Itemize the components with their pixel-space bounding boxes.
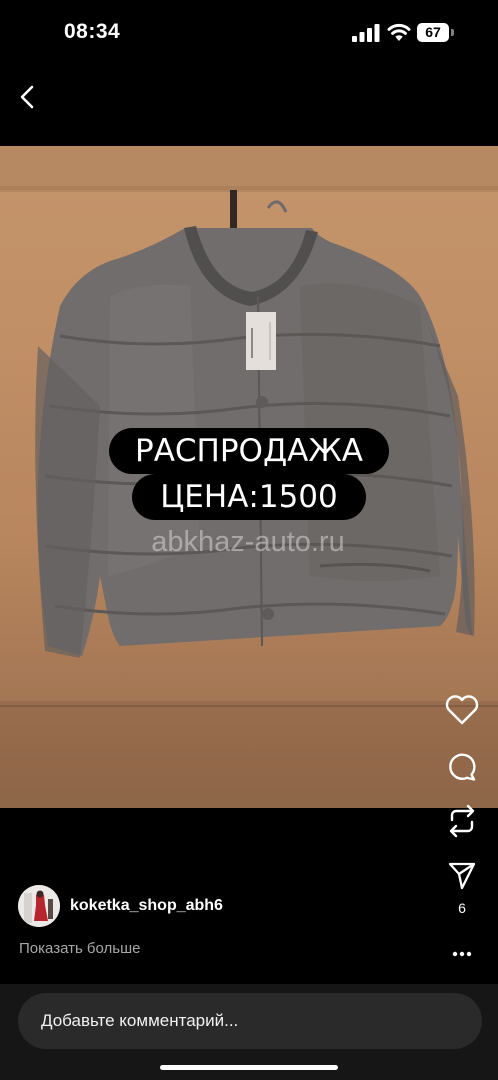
overlay-line-2-wrap: ЦЕНА:1500 [0,474,498,520]
reel-screen: 08:34 67 abkhaz-auto.ru РАСПРОДАЖА ЦЕНА:… [0,0,498,1080]
more-options-button[interactable] [448,943,476,963]
watermark-text: abkhaz-auto.ru [151,526,344,558]
overlay-price-text: ЦЕНА:1500 [132,474,366,520]
battery-cap [451,29,454,36]
back-button[interactable] [12,80,44,114]
status-bar: 08:34 67 [0,0,498,64]
battery-level: 67 [417,23,449,42]
show-more-link[interactable]: Показать больше [19,940,140,957]
share-icon [448,862,476,890]
share-count: 6 [458,900,466,916]
wifi-icon [387,23,411,41]
overlay-sale-text: РАСПРОДАЖА [109,428,389,474]
author-username[interactable]: koketka_shop_abh6 [70,897,223,915]
heart-icon [445,695,479,725]
share-button[interactable] [440,858,484,892]
repost-button[interactable] [440,802,484,840]
chevron-left-icon [20,85,34,109]
status-time: 08:34 [64,20,121,43]
comment-icon [449,753,476,781]
comment-button[interactable] [440,748,484,784]
repost-icon [449,804,475,838]
like-button[interactable] [440,692,484,730]
home-indicator [160,1065,338,1070]
post-media[interactable]: abkhaz-auto.ru РАСПРОДАЖА ЦЕНА:1500 [0,146,498,808]
overlay-line-1-wrap: РАСПРОДАЖА [0,428,498,474]
comment-input[interactable] [18,993,482,1049]
avatar[interactable] [18,885,60,927]
avatar-image [18,885,60,927]
battery-icon: 67 [417,23,455,42]
more-icon [452,951,472,957]
signal-icon [352,24,380,42]
